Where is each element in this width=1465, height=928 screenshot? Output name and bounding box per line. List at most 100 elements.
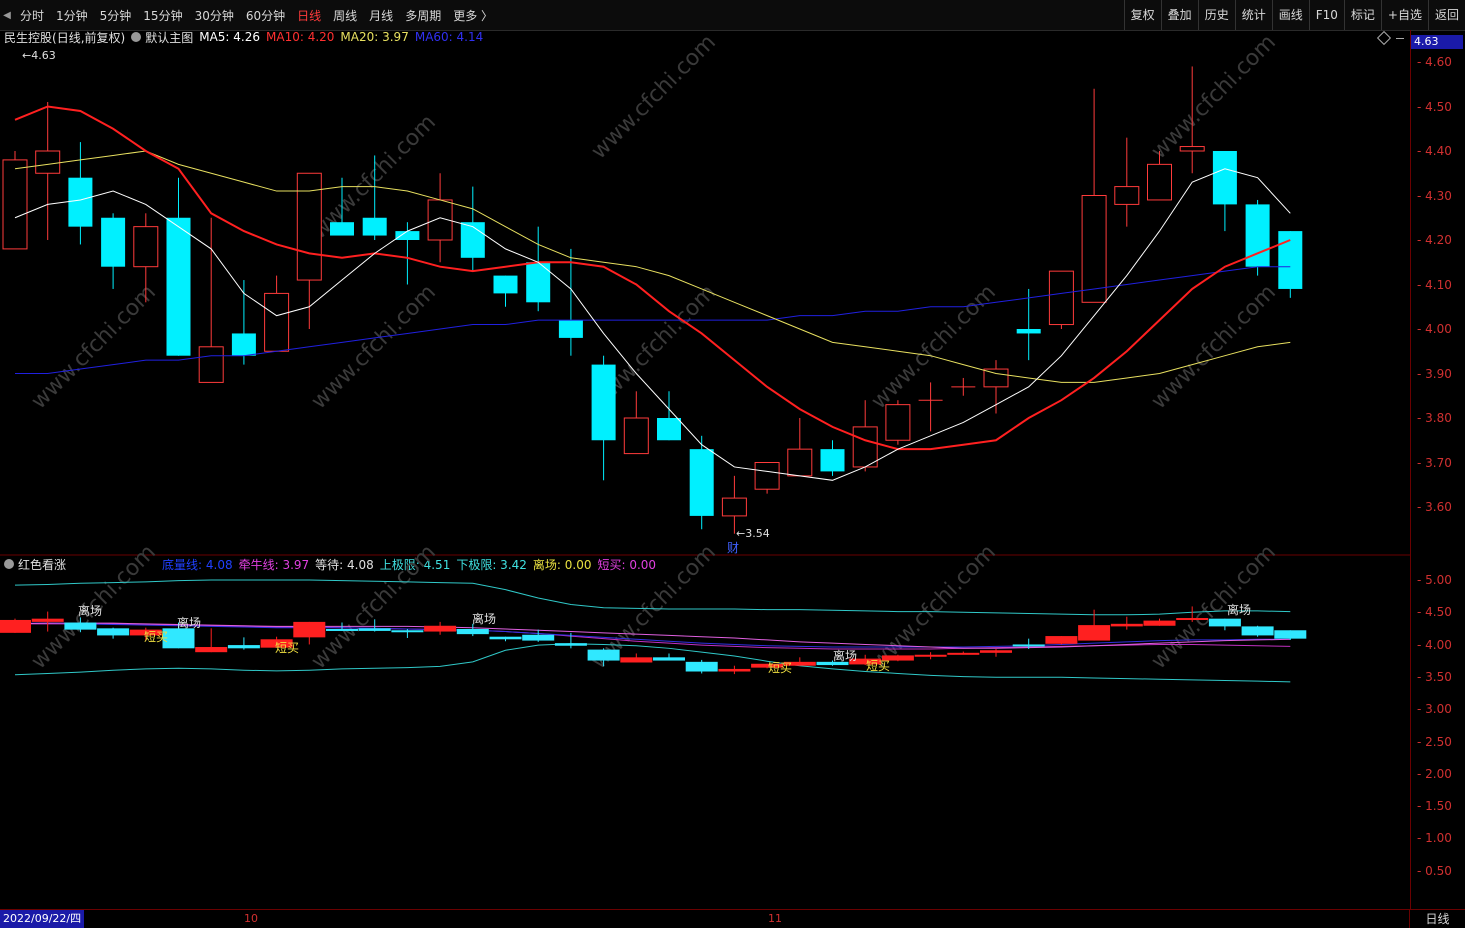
candle-body [657,418,681,441]
sub-candle-body [914,654,947,657]
candle-body [395,231,420,240]
toolbar-button[interactable]: +自选 [1380,0,1428,30]
period-tab[interactable]: 30分钟 [189,7,240,24]
toolbar-button[interactable]: 统计 [1234,0,1272,30]
candle-body [231,333,256,356]
candle-body [1147,163,1172,201]
toolbar-button[interactable]: 历史 [1197,0,1235,30]
candle-body [787,448,813,477]
candle-body [1278,231,1303,289]
sub-candle-body [1274,630,1307,639]
sub-candle-body [1012,644,1045,647]
candle-body [754,462,780,490]
signal-lichang: 离场 [177,615,201,630]
sub-candle-body [620,657,653,663]
toolbar-button[interactable]: 画线 [1271,0,1309,30]
period-tab[interactable]: 分时 [14,7,50,24]
period-tab[interactable]: 15分钟 [137,7,188,24]
low-label: ←3.54 [736,527,770,540]
candle-body [1048,270,1074,326]
sub-candle-body [554,643,587,646]
sub-candle-body [456,628,489,635]
period-tab[interactable]: 日线 [291,7,327,24]
period-tab[interactable]: 周线 [327,7,363,24]
candle-body [493,275,518,294]
sub-candle-body [227,645,260,649]
candle-body [296,172,322,281]
sub-tick: - 0.50 [1417,863,1452,878]
period-tab[interactable]: 1分钟 [50,7,94,24]
candle-body [852,426,878,468]
watermark-text: www.cfchi.com [27,280,161,414]
chart-canvas[interactable]: www.cfchi.com www.cfchi.com www.cfchi.com w… [0,30,1410,909]
candle-body [1081,195,1107,303]
current-price-tag: 4.63 [1411,35,1463,49]
period-tab[interactable]: 多周期 [399,7,447,24]
watermark-text: www.cfchi.com [867,540,1001,674]
sub-candle-body [947,652,980,655]
month-tick-10: 10 [244,912,258,925]
candle-body [133,226,159,268]
candle-body [558,320,583,338]
sub-candle-body [97,628,130,636]
candle-body [68,177,93,227]
candle-body [721,497,747,517]
watermark-text: www.cfchi.com [1147,280,1281,414]
sub-candle-body [1110,623,1143,627]
toolbar-button[interactable]: 标记 [1343,0,1381,30]
watermark-text: www.cfchi.com [307,540,441,674]
price-tick: - 3.60 [1417,500,1452,514]
sub-candle-body [489,636,522,640]
signal-duanmai: 短买 [866,659,890,673]
candle-body [526,262,551,303]
toolbar-button[interactable]: 复权 [1123,0,1161,30]
candle-body [591,364,616,441]
sub-candle-body [1176,618,1209,621]
signal-lichang: 离场 [472,611,496,626]
candle-body [623,417,649,455]
sub-candle-body [31,618,64,622]
period-tab[interactable]: 更多 〉 [447,7,499,24]
toolbar-button[interactable]: 返回 [1427,0,1465,30]
sub-candle-body [326,628,358,631]
sub-candle-body [587,649,620,661]
watermark-text: www.cfchi.com [1147,540,1281,674]
candle-body [362,217,387,236]
price-tick: - 4.00 [1417,322,1452,336]
candle-body [166,217,191,356]
sub-candle-body [980,650,1012,653]
price-tick: - 4.10 [1417,277,1452,292]
toolbar-button[interactable]: F10 [1308,0,1344,30]
sub-candle-body [195,647,228,653]
sub-candle-body [0,619,31,633]
sub-tick: - 1.00 [1417,831,1452,846]
candle-body [330,222,354,236]
sub-candle-body [718,668,751,672]
candle-body [689,449,714,516]
signal-duanmai: 短买 [144,630,168,644]
price-tick: - 3.80 [1417,411,1452,425]
sub-tick: - 2.00 [1417,766,1452,781]
sub-candle-body [391,630,424,633]
sub-tick: - 2.50 [1417,734,1452,749]
sub-tick: - 1.50 [1417,799,1452,814]
watermark-text: www.cfchi.com [307,280,441,414]
sub-candle-body [424,625,457,632]
watermark-text: www.cfchi.com [867,280,1001,414]
watermark-text: www.cfchi.com [1147,30,1281,164]
period-indicator[interactable]: 日线 [1409,910,1465,928]
toolbar-button[interactable]: 叠加 [1160,0,1198,30]
candle-body [820,449,845,472]
candle-body [101,217,126,267]
sub-candle-body [522,634,555,641]
signal-duanmai: 短买 [768,661,792,675]
candle-body [885,404,911,441]
time-axis: 2022/09/22/四 10 11 日线 [0,909,1465,928]
price-axis: - 4.60 - 4.50 - 4.40 - 4.30 - 4.20 - 4.10 - 4.… [1410,30,1465,909]
period-tab[interactable]: 60分钟 [240,7,291,24]
period-tab[interactable]: 月线 [363,7,399,24]
period-tab[interactable]: 5分钟 [94,7,138,24]
back-arrow-icon[interactable]: ◀ [0,0,14,30]
candle-body [198,346,224,383]
candle-body [264,292,290,352]
